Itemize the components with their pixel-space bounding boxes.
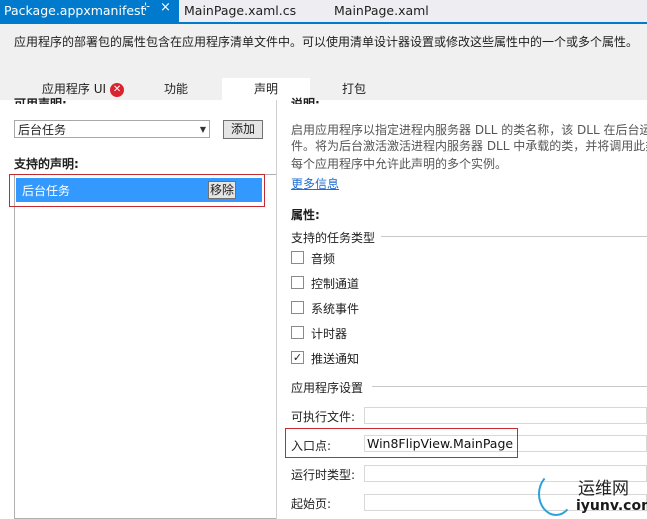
tab-package-appxmanifest[interactable]: Package.appxmanifest — [0, 0, 179, 22]
runtime-type-label: 运行时类型: — [291, 468, 356, 482]
document-tab-strip: Package.appxmanifest ⊹ × MainPage.xaml.c… — [0, 0, 647, 24]
divider — [372, 386, 647, 387]
checkbox-box[interactable] — [291, 326, 304, 339]
checkbox-box[interactable] — [291, 251, 304, 264]
description-line: 每个应用程序中允许此声明的多个实例。 — [291, 157, 508, 171]
add-button[interactable]: 添加 — [223, 120, 263, 139]
start-page-label: 起始页: — [291, 497, 332, 511]
tab-mainpage-xaml-cs[interactable]: MainPage.xaml.cs — [180, 0, 300, 22]
checkbox-label: 控制通道 — [311, 277, 360, 291]
supported-declarations-label: 支持的声明: — [14, 157, 79, 171]
task-types-label: 支持的任务类型 — [291, 231, 376, 245]
more-info-link[interactable]: 更多信息 — [291, 175, 339, 192]
checkbox-label: 系统事件 — [311, 302, 360, 316]
tab-label: Package.appxmanifest — [4, 3, 146, 18]
watermark-url: iyunv.com — [576, 498, 647, 514]
dropdown-value: 后台任务 — [18, 123, 67, 137]
watermark-logo: 运维网 iyunv.com — [538, 470, 647, 519]
tab-label: 功能 — [163, 82, 188, 96]
description-line: 启用应用程序以指定进程内服务器 DLL 的类名称，该 DLL 在后台运 — [291, 123, 647, 137]
highlight-box — [285, 428, 518, 458]
close-icon[interactable]: × — [160, 0, 171, 15]
tab-label: 声明 — [253, 82, 278, 96]
logo-swirl-icon — [538, 472, 574, 516]
checkbox-label: 计时器 — [311, 327, 348, 341]
tab-packaging[interactable]: 打包 — [324, 78, 384, 100]
tab-label: 打包 — [341, 82, 366, 96]
tab-label: MainPage.xaml — [334, 3, 429, 18]
tab-capabilities[interactable]: 功能 — [146, 78, 206, 100]
properties-label: 属性: — [291, 208, 320, 222]
app-settings-label: 应用程序设置 — [291, 381, 364, 395]
manifest-info-text: 应用程序的部署包的属性包含在应用程序清单文件中。可以使用清单设计器设置或修改这些… — [14, 35, 639, 49]
checkbox-label: 音频 — [311, 252, 336, 266]
description-line: 件。将为后台激活激活进程内服务器 DLL 中承载的类，并将调用此类 — [291, 139, 647, 153]
executable-label: 可执行文件: — [291, 410, 356, 424]
checkbox-box[interactable] — [291, 276, 304, 289]
executable-field[interactable] — [364, 407, 647, 424]
checkbox-label: 推送通知 — [311, 352, 360, 366]
tab-label: MainPage.xaml.cs — [184, 3, 297, 18]
available-declarations-label: 可用声明: — [14, 97, 67, 104]
designer-tab-strip: 应用程序 UI ✕ 功能 声明 打包 — [0, 78, 647, 100]
tab-mainpage-xaml[interactable]: MainPage.xaml — [330, 0, 433, 22]
checkmark-icon[interactable]: ✓ — [291, 351, 304, 364]
pin-icon[interactable]: ⊹ — [141, 0, 150, 13]
error-icon: ✕ — [110, 82, 125, 97]
description-heading: 说明: — [291, 97, 320, 104]
checkbox-box[interactable] — [291, 301, 304, 314]
divider — [381, 236, 647, 237]
supported-declarations-list[interactable] — [14, 174, 276, 519]
highlight-box — [9, 174, 265, 207]
chevron-down-icon: ▼ — [199, 125, 206, 134]
available-declarations-dropdown[interactable]: 后台任务 ▼ — [14, 120, 210, 138]
watermark-text: 运维网 — [578, 479, 629, 499]
